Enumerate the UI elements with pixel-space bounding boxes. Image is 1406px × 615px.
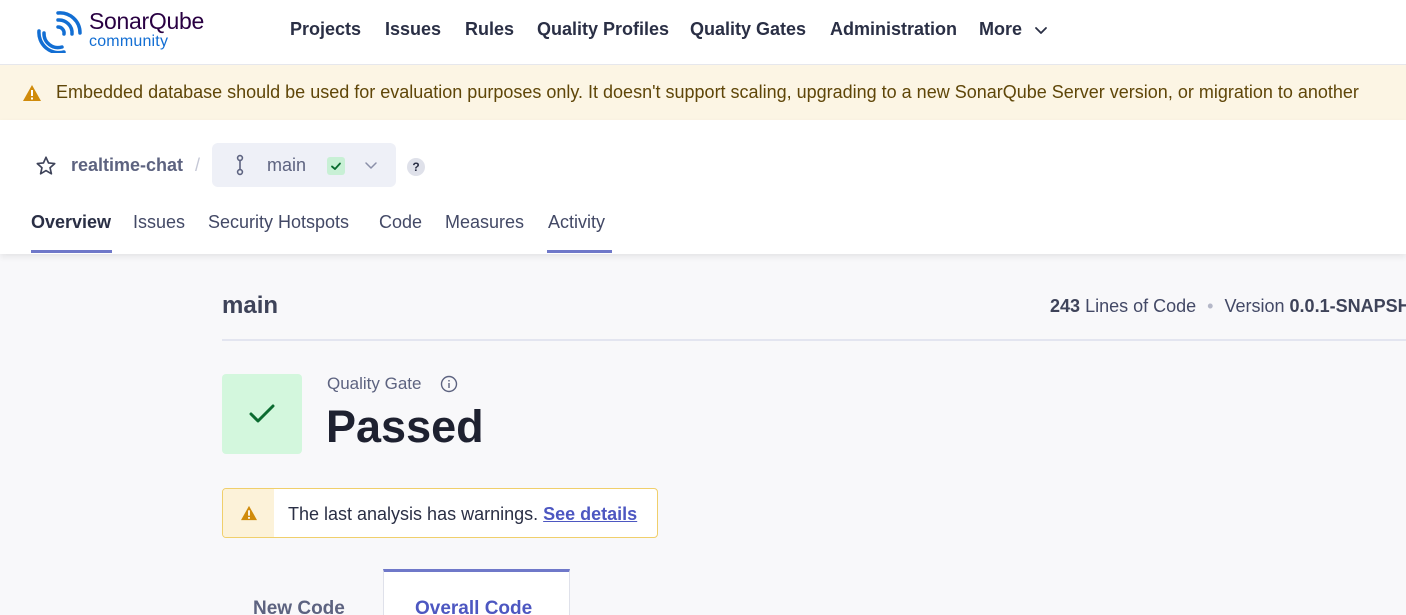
branch-status-badge bbox=[327, 157, 345, 175]
sonarqube-logo[interactable]: SonarQube community bbox=[36, 6, 246, 56]
branch-name: main bbox=[267, 155, 307, 175]
tab-activity[interactable]: Activity bbox=[548, 212, 605, 233]
branch-icon bbox=[236, 154, 244, 176]
quality-gate-status-tile bbox=[222, 374, 302, 454]
warning-message: The last analysis has warnings. See deta… bbox=[288, 504, 637, 525]
branch-selector[interactable]: main bbox=[212, 143, 396, 187]
star-icon[interactable] bbox=[35, 155, 57, 177]
check-icon bbox=[331, 162, 341, 170]
sonar-waves-icon bbox=[37, 11, 82, 53]
quality-gate-label: Quality Gate bbox=[327, 374, 422, 393]
project-meta: 243 Lines of Code • Version 0.0.1-SNAPSH… bbox=[1050, 296, 1406, 317]
nav-more[interactable]: More bbox=[979, 19, 1022, 40]
warning-icon bbox=[241, 505, 257, 521]
tab-measures[interactable]: Measures bbox=[445, 212, 524, 233]
warning-icon bbox=[23, 85, 41, 101]
quality-gate-status: Passed bbox=[326, 401, 484, 452]
nav-issues[interactable]: Issues bbox=[385, 19, 441, 40]
database-warning-banner: Embedded database should be used for eva… bbox=[0, 65, 1406, 120]
check-icon bbox=[249, 404, 275, 423]
nav-quality-gates[interactable]: Quality Gates bbox=[690, 19, 806, 40]
info-icon[interactable] bbox=[440, 375, 458, 393]
nav-quality-profiles[interactable]: Quality Profiles bbox=[537, 19, 669, 40]
tab-activity-indicator bbox=[547, 250, 612, 253]
version-value: 0.0.1-SNAPSHOT bbox=[1289, 296, 1406, 316]
nav-projects[interactable]: Projects bbox=[290, 19, 361, 40]
warning-strip bbox=[223, 489, 274, 537]
warning-text: The last analysis has warnings. bbox=[288, 504, 539, 524]
section-divider bbox=[222, 339, 1406, 341]
analysis-warning-box: The last analysis has warnings. See deta… bbox=[222, 488, 658, 538]
see-details-link[interactable]: See details bbox=[543, 504, 637, 524]
top-navigation: SonarQube community Projects Issues Rule… bbox=[0, 0, 1406, 65]
version-label: Version bbox=[1224, 296, 1285, 316]
tab-overall-code[interactable]: Overall Code bbox=[415, 598, 532, 615]
tab-new-code[interactable]: New Code bbox=[253, 598, 345, 615]
chevron-down-icon[interactable] bbox=[1033, 22, 1049, 38]
tab-issues[interactable]: Issues bbox=[133, 212, 185, 233]
tab-overview-indicator bbox=[31, 250, 112, 253]
page-title: main bbox=[222, 292, 279, 319]
brand-edition: community bbox=[89, 33, 169, 50]
project-header: realtime-chat / main ? Overview Issues S… bbox=[0, 120, 1406, 254]
tab-overview[interactable]: Overview bbox=[31, 212, 111, 233]
nav-rules[interactable]: Rules bbox=[465, 19, 514, 40]
lines-of-code-label: Lines of Code bbox=[1085, 296, 1197, 316]
banner-message: Embedded database should be used for eva… bbox=[56, 82, 1359, 102]
breadcrumb-separator: / bbox=[195, 155, 201, 175]
nav-administration[interactable]: Administration bbox=[830, 19, 957, 40]
brand-name: SonarQube bbox=[89, 8, 204, 34]
chevron-down-icon bbox=[365, 162, 377, 169]
tab-code[interactable]: Code bbox=[379, 212, 422, 233]
meta-separator: • bbox=[1207, 296, 1214, 316]
tab-security-hotspots[interactable]: Security Hotspots bbox=[208, 212, 349, 233]
lines-of-code-value: 243 bbox=[1050, 296, 1081, 316]
help-icon[interactable]: ? bbox=[407, 158, 425, 176]
project-name-link[interactable]: realtime-chat bbox=[71, 155, 183, 176]
